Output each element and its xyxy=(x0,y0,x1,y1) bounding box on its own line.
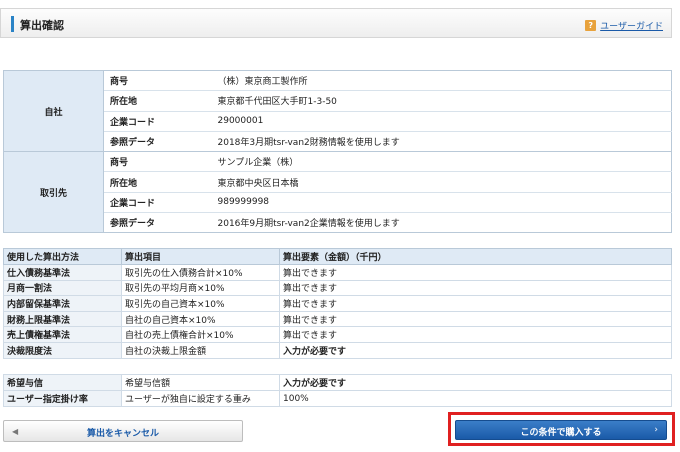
field-value: （株）東京商工製作所 xyxy=(213,70,672,92)
method-item: 取引先の自己資本×10% xyxy=(121,295,280,312)
desired-name: 希望与信 xyxy=(3,374,122,391)
table-row: 売上債権基準法 自社の売上債権合計×10% 算出できます xyxy=(3,326,672,343)
column-header-element: 算出要素（金額）（千円） xyxy=(279,248,672,265)
desired-credit-table: 希望与信 希望与信額 入力が必要です ユーザー指定掛け率 ユーザーが独自に設定す… xyxy=(3,374,672,407)
method-item: 取引先の平均月商×10% xyxy=(121,279,280,297)
method-item: 自社の売上債権合計×10% xyxy=(121,326,280,343)
method-name: 財務上限基準法 xyxy=(3,310,122,328)
method-item: 取引先の仕入債務合計×10% xyxy=(121,264,280,281)
cancel-calculation-button[interactable]: ◀ 算出をキャンセル xyxy=(3,420,243,442)
column-header-item: 算出項目 xyxy=(121,248,280,265)
calculation-method-table: 使用した算出方法 算出項目 算出要素（金額）（千円） 仕入債務基準法 取引先の仕… xyxy=(3,248,672,359)
table-row: ユーザー指定掛け率 ユーザーが独自に設定する重み 100% xyxy=(3,390,672,407)
partner-group-label: 取引先 xyxy=(3,151,104,234)
method-name: 内部留保基準法 xyxy=(3,295,122,312)
field-key: 所在地 xyxy=(103,90,214,112)
field-value: 29000001 xyxy=(213,111,672,132)
desired-item: 希望与信額 xyxy=(121,374,280,391)
method-status: 算出できます xyxy=(279,310,672,328)
method-status: 算出できます xyxy=(279,326,672,343)
field-value: 東京都千代田区大手町1-3-50 xyxy=(213,90,672,112)
field-key: 商号 xyxy=(103,70,214,92)
user-guide-link[interactable]: ? ユーザーガイド xyxy=(585,19,663,32)
method-name: 決裁限度法 xyxy=(3,341,122,359)
desired-status: 100% xyxy=(279,390,672,407)
title-accent-bar xyxy=(11,16,14,32)
method-status: 入力が必要です xyxy=(279,341,672,359)
field-value: 989999998 xyxy=(213,192,672,214)
method-name: 売上債権基準法 xyxy=(3,326,122,343)
table-row: 決裁限度法 自社の決裁上限金額 入力が必要です xyxy=(3,341,672,359)
method-name: 仕入債務基準法 xyxy=(3,264,122,281)
company-info-table: 自社 商号 （株）東京商工製作所 所在地 東京都千代田区大手町1-3-50 企業… xyxy=(3,70,672,234)
table-row: 月商一割法 取引先の平均月商×10% 算出できます xyxy=(3,279,672,297)
table-row: 仕入債務基準法 取引先の仕入債務合計×10% 算出できます xyxy=(3,264,672,281)
desired-status: 入力が必要です xyxy=(279,374,672,391)
cancel-button-label: 算出をキャンセル xyxy=(86,429,159,439)
field-value: 2018年3月期tsr-van2財務情報を使用します xyxy=(213,131,672,153)
table-row: 財務上限基準法 自社の自己資本×10% 算出できます xyxy=(3,310,672,328)
column-header-method: 使用した算出方法 xyxy=(3,248,122,265)
method-name: 月商一割法 xyxy=(3,279,122,297)
table-row: 希望与信 希望与信額 入力が必要です xyxy=(3,374,672,391)
desired-item: ユーザーが独自に設定する重み xyxy=(121,390,280,407)
field-key: 企業コード xyxy=(103,111,214,132)
field-key: 商号 xyxy=(103,151,214,173)
field-value: 2016年9月期tsr-van2企業情報を使用します xyxy=(213,212,672,234)
help-icon: ? xyxy=(585,20,597,31)
field-key: 参照データ xyxy=(103,131,214,153)
field-value: 東京都中央区日本橋 xyxy=(213,171,672,193)
desired-name: ユーザー指定掛け率 xyxy=(3,390,122,407)
page-header: 算出確認 ? ユーザーガイド xyxy=(0,8,672,38)
purchase-button[interactable]: この条件で購入する › xyxy=(455,420,667,440)
table-row: 内部留保基準法 取引先の自己資本×10% 算出できます xyxy=(3,295,672,312)
page-title: 算出確認 xyxy=(20,19,64,32)
method-status: 算出できます xyxy=(279,264,672,281)
method-status: 算出できます xyxy=(279,279,672,297)
user-guide-label[interactable]: ユーザーガイド xyxy=(600,19,663,32)
field-key: 企業コード xyxy=(103,192,214,214)
field-key: 所在地 xyxy=(103,171,214,193)
field-key: 参照データ xyxy=(103,212,214,234)
method-item: 自社の自己資本×10% xyxy=(121,310,280,328)
chevron-right-icon: › xyxy=(654,425,658,435)
method-item: 自社の決裁上限金額 xyxy=(121,341,280,359)
field-value: サンプル企業（株） xyxy=(213,151,672,173)
method-status: 算出できます xyxy=(279,295,672,312)
self-group-label: 自社 xyxy=(3,70,104,153)
purchase-button-label: この条件で購入する xyxy=(520,428,602,438)
